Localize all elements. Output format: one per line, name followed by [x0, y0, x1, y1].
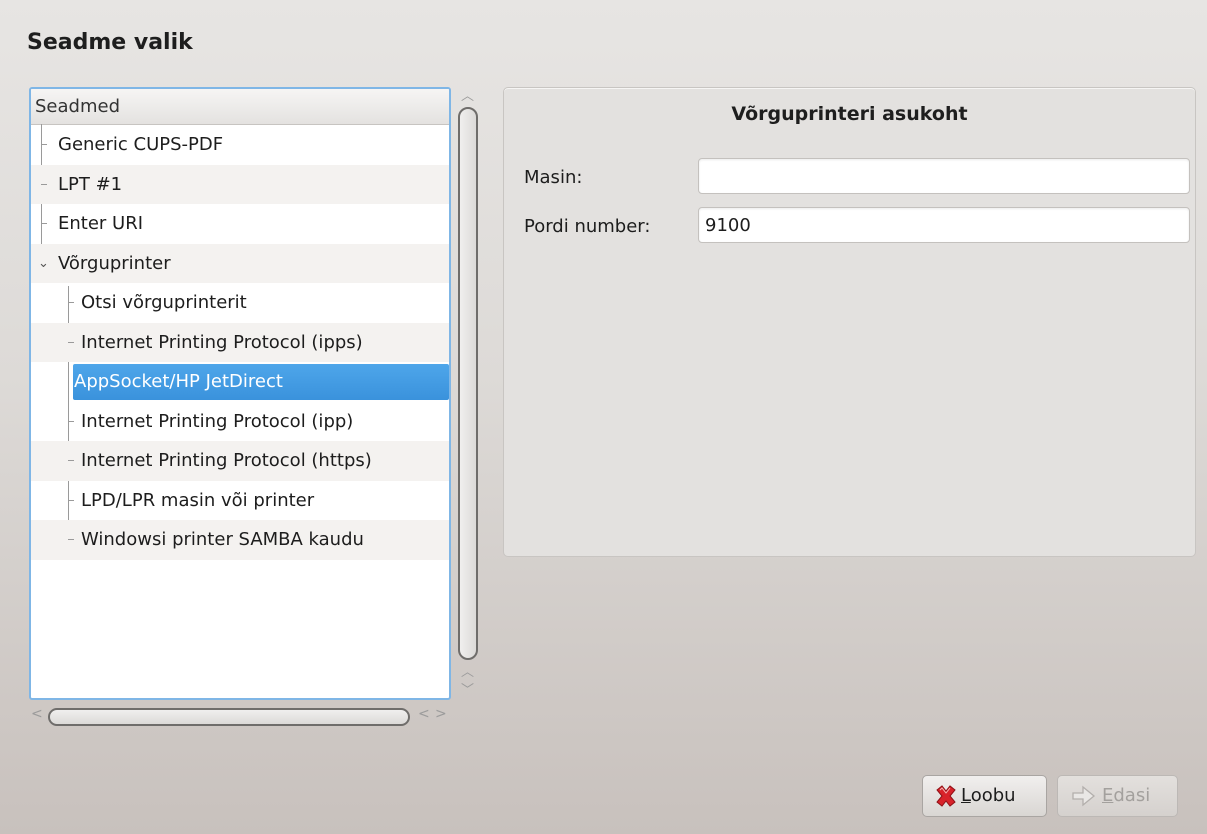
scroll-down-arrow-icon[interactable]: ﹀ [461, 679, 474, 698]
panel-title: Võrguprinteri asukoht [731, 103, 968, 125]
tree-item-label: Generic CUPS-PDF [58, 134, 224, 155]
port-label: Pordi number: [524, 216, 651, 237]
tree-guide-branch [68, 539, 74, 540]
chevron-down-icon[interactable]: ⌄ [38, 244, 49, 284]
scroll-up-arrow-icon[interactable]: ︿ [461, 661, 474, 680]
tree-item-label: Enter URI [58, 213, 144, 234]
tree-item-network-printer[interactable]: ⌄ Võrguprinter [31, 243, 449, 284]
cancel-button-label: Loobu [961, 785, 1016, 806]
tree-item-label: Internet Printing Protocol (ipps) [81, 331, 363, 353]
tree-item-label: Internet Printing Protocol (ipp) [81, 410, 354, 432]
scroll-up-arrow-icon[interactable]: ︿ [461, 85, 474, 104]
tree-item-ipp[interactable]: Internet Printing Protocol (ipp) [31, 402, 449, 442]
tree-guide-branch [68, 341, 74, 343]
tree-item-label: AppSocket/HP JetDirect [74, 371, 283, 392]
tree-guide-branch [41, 223, 47, 224]
tree-item-label: LPT #1 [58, 173, 123, 195]
tree-item-ipps[interactable]: Internet Printing Protocol (ipps) [31, 322, 449, 362]
tree-item-generic-cups-pdf[interactable]: Generic CUPS-PDF [31, 125, 449, 165]
tree-item-label: Võrguprinter [58, 252, 171, 274]
port-number-input[interactable] [698, 207, 1190, 243]
tree-guide-branch [41, 183, 47, 185]
tree-item-samba[interactable]: Windowsi printer SAMBA kaudu [31, 520, 449, 560]
horizontal-scroll-thumb[interactable] [48, 708, 410, 726]
device-tree[interactable]: Seadmed Generic CUPS-PDF LPT #1 Enter UR… [29, 87, 451, 700]
tree-item-enter-uri[interactable]: Enter URI [31, 204, 449, 244]
scroll-right-arrow-icon[interactable]: > [435, 706, 447, 722]
next-button-label: Edasi [1102, 785, 1151, 806]
tree-item-label: LPD/LPR masin või printer [81, 489, 315, 511]
page-title: Seadme valik [27, 30, 193, 55]
tree-guide-branch [68, 302, 74, 303]
tree-item-label: Otsi võrguprinterit [81, 292, 247, 313]
vertical-scroll-thumb[interactable] [458, 107, 478, 660]
tree-guide-branch [68, 460, 74, 461]
tree-item-find-network-printer[interactable]: Otsi võrguprinterit [31, 283, 449, 323]
tree-item-https[interactable]: Internet Printing Protocol (https) [31, 441, 449, 481]
tree-item-label: Internet Printing Protocol (https) [81, 450, 372, 471]
tree-header-devices[interactable]: Seadmed [31, 89, 449, 125]
tree-guide-branch [41, 144, 47, 145]
scroll-left-arrow-icon[interactable]: < [31, 706, 43, 722]
host-label: Masin: [524, 167, 583, 188]
cancel-button[interactable]: Loobu [922, 775, 1047, 817]
network-printer-location-panel: Võrguprinteri asukoht Masin: Pordi numbe… [503, 87, 1196, 557]
tree-guide-branch [68, 499, 74, 501]
tree-item-label: Windowsi printer SAMBA kaudu [81, 529, 364, 550]
tree-item-lpd-lpr[interactable]: LPD/LPR masin või printer [31, 481, 449, 521]
cancel-x-icon [936, 785, 956, 807]
tree-item-appsocket-jetdirect[interactable]: AppSocket/HP JetDirect [31, 362, 449, 402]
arrow-right-icon [1072, 785, 1096, 807]
host-input[interactable] [698, 158, 1190, 194]
tree-vertical-scrollbar[interactable]: ︿ ︿ ﹀ [456, 87, 482, 700]
tree-item-lpt1[interactable]: LPT #1 [31, 164, 449, 204]
tree-horizontal-scrollbar[interactable]: < < > [29, 705, 453, 729]
scroll-left-arrow-icon[interactable]: < [418, 706, 430, 722]
tree-guide-branch [68, 420, 74, 422]
next-button[interactable]: Edasi [1057, 775, 1178, 817]
